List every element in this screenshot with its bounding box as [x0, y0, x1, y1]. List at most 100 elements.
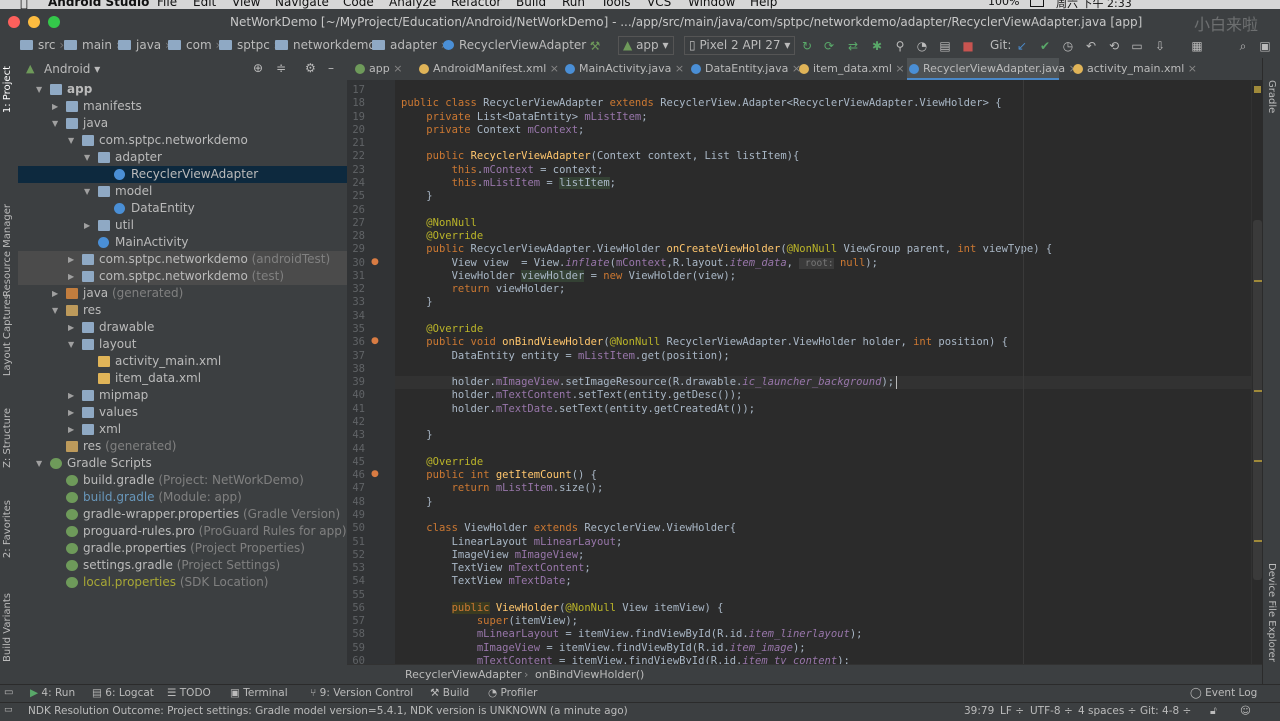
error-stripe-mark[interactable]	[1254, 280, 1262, 282]
git-commit-icon[interactable]: ✔	[1038, 39, 1052, 53]
breadcrumb-method[interactable]: onBindViewHolder()	[535, 668, 644, 681]
menu-refactor[interactable]: Refactor	[451, 0, 501, 9]
tree-item[interactable]: ▶ java (generated)	[18, 285, 347, 302]
scrollbar-thumb[interactable]	[1253, 220, 1262, 580]
git-rollback-icon[interactable]: ↶	[1084, 39, 1098, 53]
code-line[interactable]: mTextContent = itemView.findViewById(R.i…	[401, 655, 850, 664]
code-line[interactable]: LinearLayout mLinearLayout;	[401, 536, 623, 549]
run-config-select[interactable]: ▲ app ▾	[618, 36, 674, 55]
chevron-right-icon[interactable]: ▶	[52, 285, 62, 302]
code-line[interactable]: public RecyclerViewAdapter.ViewHolder on…	[401, 243, 1052, 256]
chevron-down-icon[interactable]: ▼	[52, 115, 62, 132]
code-line[interactable]: private List<DataEntity> mListItem;	[401, 111, 647, 124]
tab-layout-captures[interactable]: Layout Captures	[2, 294, 13, 376]
chevron-right-icon[interactable]: ▶	[68, 251, 78, 268]
code-line[interactable]: ViewHolder viewHolder = new ViewHolder(v…	[401, 269, 736, 283]
code-line[interactable]: @Override	[401, 323, 483, 336]
apply-changes-icon[interactable]: ⟳	[822, 39, 836, 53]
breadcrumb-com[interactable]: com ›	[168, 38, 220, 52]
breadcrumb-src[interactable]: src ›	[20, 38, 64, 52]
chevron-right-icon[interactable]: ▶	[68, 387, 78, 404]
menu-help[interactable]: Help	[750, 0, 777, 9]
code-line[interactable]: TextView mTextContent;	[401, 562, 591, 575]
device-select[interactable]: ▯ Pixel 2 API 27 ▾	[684, 36, 796, 55]
code-line[interactable]: }	[401, 429, 432, 442]
code-line[interactable]: public class RecyclerViewAdapter extends…	[401, 97, 1002, 110]
attach-debugger-icon[interactable]: ⚲	[893, 39, 907, 53]
close-tab-icon[interactable]: ×	[546, 62, 559, 75]
breadcrumb-main[interactable]: main ›	[64, 38, 121, 52]
indent-setting[interactable]: 4 spaces ÷	[1078, 705, 1136, 717]
search-icon[interactable]: ⌕	[1236, 39, 1250, 53]
tree-item[interactable]: build.gradle (Project: NetWorkDemo)	[18, 472, 347, 489]
code-line[interactable]: this.mListItem = listItem;	[401, 176, 616, 190]
git-update-icon[interactable]: ↙	[1015, 39, 1029, 53]
close-tab-icon[interactable]: ×	[390, 62, 402, 75]
code-editor[interactable]: public class RecyclerViewAdapter extends…	[395, 80, 1251, 664]
code-line[interactable]: mLinearLayout = itemView.findViewById(R.…	[401, 628, 863, 641]
sync-gradle-icon[interactable]: ⟲	[1107, 39, 1121, 53]
breadcrumb-sptpc[interactable]: sptpc ›	[219, 38, 278, 52]
code-line[interactable]: return viewHolder;	[401, 283, 566, 296]
file-encoding[interactable]: UTF-8 ÷	[1030, 705, 1073, 717]
editor-tab[interactable]: item_data.xml ×	[797, 58, 905, 80]
code-line[interactable]: return mListItem.size();	[401, 482, 604, 495]
code-line[interactable]: @NonNull	[401, 217, 477, 230]
tree-item[interactable]: MainActivity	[18, 234, 347, 251]
tree-item[interactable]: item_data.xml	[18, 370, 347, 387]
status-message[interactable]: NDK Resolution Outcome: Project settings…	[28, 705, 628, 717]
close-tab-icon[interactable]: ×	[892, 62, 904, 75]
sdk-manager-icon[interactable]: ⇩	[1153, 39, 1167, 53]
line-separator[interactable]: LF ÷	[1000, 705, 1024, 717]
code-line[interactable]: public ViewHolder(@NonNull View itemView…	[401, 601, 723, 615]
menu-build[interactable]: Build	[516, 0, 546, 9]
tree-item[interactable]: ▶ mipmap	[18, 387, 347, 404]
chevron-down-icon[interactable]: ▼	[36, 455, 46, 472]
tree-item[interactable]: ▶ com.sptpc.networkdemo (androidTest)	[18, 251, 347, 268]
override-marker-icon[interactable]: ●	[371, 469, 379, 479]
hammer-icon[interactable]: ⚒	[588, 39, 602, 53]
code-line[interactable]: this.mContext = context;	[401, 164, 604, 177]
editor-tab[interactable]: app ×	[353, 58, 411, 80]
code-line[interactable]: }	[401, 296, 432, 309]
breadcrumb-class[interactable]: RecyclerViewAdapter	[443, 38, 586, 52]
tree-item[interactable]: ▶ values	[18, 404, 347, 421]
tree-item[interactable]: ▶ com.sptpc.networkdemo (test)	[18, 268, 347, 285]
close-window-button[interactable]	[8, 16, 20, 28]
editor-tab[interactable]: MainActivity.java ×	[563, 58, 684, 80]
hide-panel-icon[interactable]: –	[328, 61, 334, 75]
code-line[interactable]: public void onBindViewHolder(@NonNull Re…	[401, 336, 1008, 349]
tab-device-file-explorer[interactable]: Device File Explorer	[1266, 563, 1277, 662]
battery-icon[interactable]	[1030, 0, 1044, 7]
project-view-select[interactable]: Android ▾	[44, 62, 100, 76]
menu-clock[interactable]: 周六 下午 2:33	[1056, 0, 1132, 9]
tree-item[interactable]: RecyclerViewAdapter	[18, 166, 347, 183]
tab-structure[interactable]: Z: Structure	[2, 408, 13, 468]
menu-window[interactable]: Window	[688, 0, 735, 9]
override-marker-icon[interactable]: ●	[371, 257, 379, 267]
lock-icon[interactable]: 🔓︎	[1210, 705, 1217, 718]
tree-item[interactable]: ▼ res	[18, 302, 347, 319]
tree-item[interactable]: ▶ manifests	[18, 98, 347, 115]
editor-tab[interactable]: activity_main.xml ×	[1071, 58, 1197, 80]
coverage-icon[interactable]: ▤	[938, 39, 952, 53]
status-panel-icon[interactable]: ▭	[4, 705, 13, 715]
tool-event-log[interactable]: ◯ Event Log	[1190, 687, 1257, 699]
breadcrumb-java[interactable]: java ›	[118, 38, 170, 52]
tree-item[interactable]: local.properties (SDK Location)	[18, 574, 347, 591]
close-tab-icon[interactable]: ×	[1184, 62, 1197, 75]
chevron-right-icon[interactable]: ▶	[68, 421, 78, 438]
code-line[interactable]: }	[401, 496, 432, 509]
tool-todo[interactable]: ☰ TODO	[167, 687, 211, 699]
chevron-down-icon[interactable]: ▼	[68, 132, 78, 149]
tree-item[interactable]: ▼ java	[18, 115, 347, 132]
code-line[interactable]: }	[401, 190, 432, 203]
git-branch[interactable]: Git: 4-8 ÷	[1140, 705, 1191, 717]
zoom-window-button[interactable]	[48, 16, 60, 28]
tool-build[interactable]: ⚒ Build	[430, 687, 469, 699]
tree-item[interactable]: gradle.properties (Project Properties)	[18, 540, 347, 557]
tree-item[interactable]: gradle-wrapper.properties (Gradle Versio…	[18, 506, 347, 523]
chevron-down-icon[interactable]: ▼	[52, 302, 62, 319]
caret-position[interactable]: 39:79	[964, 705, 994, 717]
menu-edit[interactable]: Edit	[193, 0, 216, 9]
